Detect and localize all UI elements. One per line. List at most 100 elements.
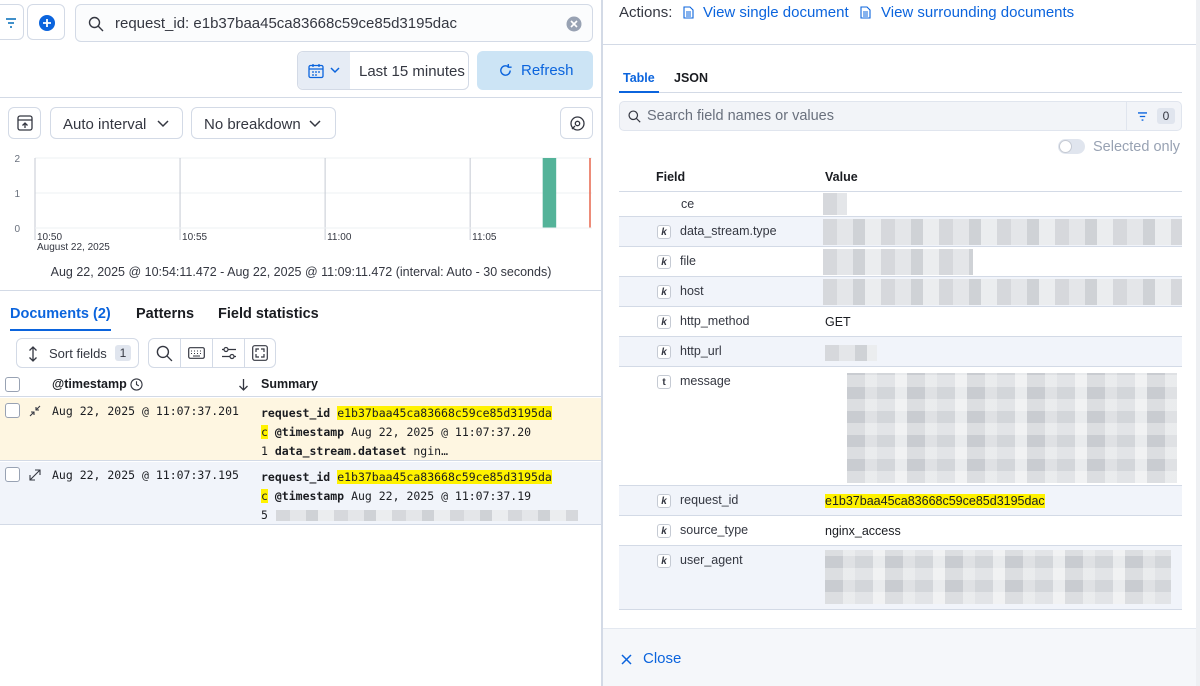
tab-json[interactable]: JSON bbox=[674, 69, 708, 87]
chart-settings-button[interactable] bbox=[560, 107, 593, 139]
results-tabs: Documents (2) Patterns Field statistics bbox=[0, 290, 602, 332]
keyword-type-icon: k bbox=[657, 225, 671, 239]
field-table-body: ce k data_stream.type k file k host k ht… bbox=[619, 193, 1182, 611]
field-name: user_agent bbox=[680, 553, 743, 567]
field-name: http_method bbox=[680, 314, 750, 328]
field-search-placeholder: Search field names or values bbox=[647, 108, 834, 124]
expand-icon[interactable] bbox=[29, 469, 41, 481]
refresh-button[interactable]: Refresh bbox=[477, 51, 593, 90]
redacted-value bbox=[823, 249, 973, 275]
sort-descending-icon[interactable] bbox=[238, 378, 249, 391]
grid-search-button[interactable] bbox=[149, 339, 181, 367]
tab-table[interactable]: Table bbox=[619, 66, 659, 93]
field-name: message bbox=[680, 374, 731, 388]
field-table-header: Field Value bbox=[619, 168, 1182, 192]
tab-documents-label: Documents (2) bbox=[10, 306, 111, 322]
refresh-icon bbox=[500, 63, 512, 76]
query-input[interactable]: request_id: e1b37baa45ca83668c59ce85d319… bbox=[75, 4, 593, 42]
x-axis-date: August 22, 2025 bbox=[37, 242, 110, 253]
chart-options-button[interactable] bbox=[8, 107, 41, 139]
breakdown-select[interactable]: No breakdown bbox=[191, 107, 336, 139]
summary-field-name: @timestamp bbox=[274, 489, 345, 503]
interval-select[interactable]: Auto interval bbox=[50, 107, 183, 139]
field-name: http_url bbox=[680, 344, 722, 358]
add-filter-button[interactable] bbox=[27, 4, 65, 40]
summary-highlighted-value-wrap: c bbox=[261, 425, 268, 439]
field-row: k host bbox=[619, 277, 1182, 307]
column-header-value: Value bbox=[825, 170, 858, 184]
search-icon bbox=[156, 345, 173, 362]
keyboard-icon bbox=[188, 347, 205, 359]
flyout-header-divider bbox=[603, 44, 1200, 45]
redacted-value bbox=[825, 550, 1171, 604]
query-bar: request_id: e1b37baa45ca83668c59ce85d319… bbox=[0, 0, 602, 98]
tab-patterns[interactable]: Patterns bbox=[136, 305, 194, 323]
field-row: ce bbox=[619, 193, 1182, 217]
actions-label: Actions: bbox=[619, 4, 673, 21]
document-icon bbox=[683, 6, 694, 19]
collapse-icon[interactable] bbox=[29, 405, 41, 417]
summary-field-value: Aug 22, 2025 @ 11:07:37.20 bbox=[351, 425, 532, 439]
text-type-icon: t bbox=[657, 375, 671, 389]
table-row[interactable]: Aug 22, 2025 @ 11:07:37.195 request_id e… bbox=[0, 462, 602, 525]
field-name: source_type bbox=[680, 523, 749, 537]
row-checkbox[interactable] bbox=[5, 403, 20, 418]
redacted-value bbox=[823, 219, 1182, 245]
tab-field-statistics[interactable]: Field statistics bbox=[218, 305, 319, 323]
redacted-value bbox=[847, 373, 1177, 483]
histogram-range-caption: Aug 22, 2025 @ 10:54:11.472 - Aug 22, 20… bbox=[50, 265, 552, 279]
discover-main-pane: request_id: e1b37baa45ca83668c59ce85d319… bbox=[0, 0, 603, 686]
redacted-value bbox=[825, 345, 877, 361]
column-header-summary[interactable]: Summary bbox=[261, 377, 318, 391]
document-flyout: Actions: View single document View surro… bbox=[603, 0, 1200, 686]
field-filter-button[interactable]: 0 bbox=[1126, 102, 1182, 130]
visualize-settings-icon bbox=[570, 116, 585, 131]
row-summary: request_id e1b37baa45ca83668c59ce85d3195… bbox=[261, 404, 581, 461]
sort-fields-label: Sort fields bbox=[49, 346, 107, 361]
quick-menu-button[interactable] bbox=[298, 52, 350, 89]
grid-header: @timestamp Summary bbox=[0, 373, 602, 397]
summary-prefix: 1 bbox=[261, 444, 268, 458]
filter-menu-button[interactable] bbox=[0, 4, 24, 40]
display-settings-button[interactable] bbox=[213, 339, 245, 367]
sort-icon bbox=[29, 346, 37, 362]
field-row: t message bbox=[619, 367, 1182, 486]
summary-prefix: 5 bbox=[261, 508, 268, 522]
tab-patterns-label: Patterns bbox=[136, 306, 195, 322]
toggle-knob bbox=[1059, 140, 1072, 153]
table-row[interactable]: Aug 22, 2025 @ 11:07:37.201 request_id e… bbox=[0, 398, 602, 461]
selected-only-toggle[interactable] bbox=[1058, 139, 1085, 154]
date-picker[interactable]: Last 15 minutes bbox=[297, 51, 469, 90]
flyout-scrollbar[interactable] bbox=[1196, 0, 1200, 686]
summary-highlighted-value: e1b37baa45ca83668c59ce85d3195da bbox=[337, 470, 552, 484]
field-search-input[interactable]: Search field names or values 0 bbox=[619, 101, 1182, 131]
field-row: k request_id e1b37baa45ca83668c59ce85d31… bbox=[619, 486, 1182, 516]
view-single-label: View single document bbox=[703, 4, 849, 21]
chart-toggle-icon bbox=[17, 115, 33, 131]
sort-fields-button[interactable]: Sort fields 1 bbox=[16, 338, 139, 368]
summary-field-name: data_stream.dataset bbox=[274, 444, 407, 458]
flyout-footer: Close bbox=[603, 628, 1200, 686]
keyboard-shortcuts-button[interactable] bbox=[181, 339, 213, 367]
field-value-highlighted: e1b37baa45ca83668c59ce85d3195dac bbox=[825, 494, 1045, 508]
tab-json-label: JSON bbox=[674, 71, 709, 85]
keyword-type-icon: k bbox=[657, 494, 671, 508]
x-tick-label: 10:55 bbox=[182, 232, 207, 243]
column-header-timestamp[interactable]: @timestamp bbox=[52, 377, 127, 391]
y-tick-label: 1 bbox=[14, 189, 20, 200]
row-checkbox[interactable] bbox=[5, 467, 20, 482]
select-all-checkbox[interactable] bbox=[5, 377, 20, 392]
summary-field-name: request_id bbox=[261, 406, 331, 420]
clear-query-icon[interactable] bbox=[566, 16, 582, 32]
close-label: Close bbox=[643, 650, 682, 667]
fullscreen-button[interactable] bbox=[245, 339, 277, 367]
interval-label: Auto interval bbox=[63, 116, 147, 133]
search-icon bbox=[88, 16, 104, 32]
keyword-type-icon: k bbox=[657, 285, 671, 299]
tab-documents[interactable]: Documents (2) bbox=[10, 305, 111, 331]
tab-table-label: Table bbox=[623, 71, 655, 85]
field-row: k file bbox=[619, 247, 1182, 277]
row-timestamp: Aug 22, 2025 @ 11:07:37.201 bbox=[52, 404, 239, 418]
search-icon bbox=[628, 110, 641, 123]
summary-field-value: ngin… bbox=[413, 444, 448, 458]
